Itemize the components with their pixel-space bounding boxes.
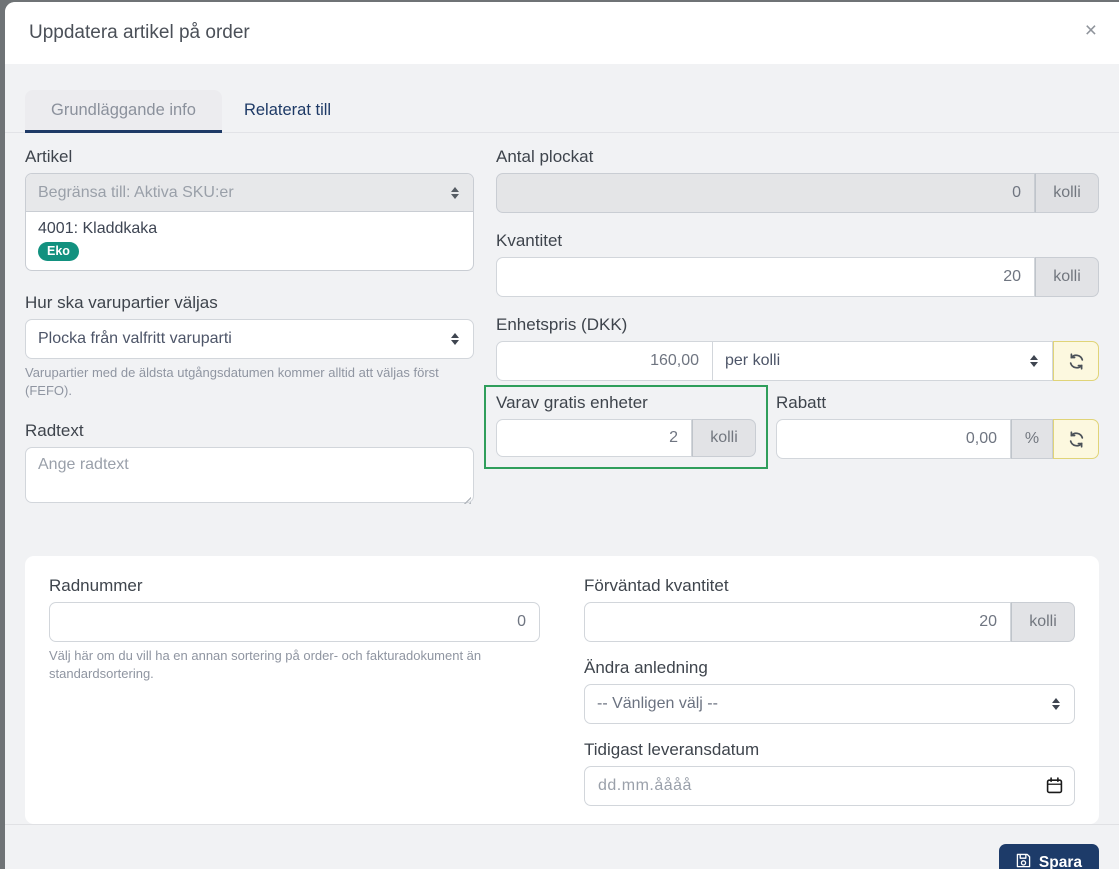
main-form: Artikel Begränsa till: Aktiva SKU:er 400… xyxy=(5,133,1119,530)
enhetspris-input[interactable] xyxy=(496,341,713,381)
tab-relaterat-till[interactable]: Relaterat till xyxy=(222,90,353,133)
card-left-column: Radnummer Välj här om du vill ha en anna… xyxy=(49,576,540,806)
enhetspris-per-unit-select[interactable]: per kolli xyxy=(713,341,1053,381)
artikel-selected-item[interactable]: 4001: Kladdkaka Eko xyxy=(26,212,473,270)
antal-plockat-unit: kolli xyxy=(1035,173,1099,213)
modal-footer: Spara xyxy=(5,824,1119,869)
rabatt-unit: % xyxy=(1011,419,1053,459)
artikel-label: Artikel xyxy=(25,147,73,166)
rabatt-label: Rabatt xyxy=(776,393,827,412)
radnummer-help-text: Välj här om du vill ha en annan sorterin… xyxy=(49,648,482,681)
enhetspris-label: Enhetspris (DKK) xyxy=(496,315,628,334)
varuparti-label: Hur ska varupartier väljas xyxy=(25,293,218,312)
varuparti-select-value: Plocka från valfritt varuparti xyxy=(38,330,232,347)
andra-anledning-group: Ändra anledning -- Vänligen välj -- xyxy=(584,658,1075,725)
enhetspris-per-unit-value: per kolli xyxy=(725,352,781,369)
radtext-textarea[interactable] xyxy=(25,447,474,504)
tab-grundlaggande-info[interactable]: Grundläggande info xyxy=(25,90,222,133)
artikel-group: Artikel Begränsa till: Aktiva SKU:er 400… xyxy=(25,147,474,271)
sorting-and-delivery-card: Radnummer Välj här om du vill ha en anna… xyxy=(25,556,1099,825)
enhetspris-group: Enhetspris (DKK) per kolli xyxy=(496,315,1099,381)
eko-badge: Eko xyxy=(38,242,79,261)
radnummer-label: Radnummer xyxy=(49,576,143,596)
save-button-label: Spara xyxy=(1038,854,1082,869)
close-button[interactable]: × xyxy=(1085,20,1097,41)
rabatt-group: Rabatt % xyxy=(776,385,1099,469)
artikel-filter-select[interactable]: Begränsa till: Aktiva SKU:er xyxy=(26,174,473,212)
varav-gratis-unit: kolli xyxy=(692,419,756,457)
kvantitet-unit: kolli xyxy=(1035,257,1099,297)
radnummer-input[interactable] xyxy=(49,602,540,643)
artikel-widget: Begränsa till: Aktiva SKU:er 4001: Kladd… xyxy=(25,173,474,271)
recalculate-discount-button[interactable] xyxy=(1053,419,1099,459)
leveransdatum-input[interactable] xyxy=(584,766,1075,807)
leveransdatum-label: Tidigast leveransdatum xyxy=(584,740,760,760)
leveransdatum-group: Tidigast leveransdatum xyxy=(584,740,1075,807)
sort-arrows-icon xyxy=(449,186,461,200)
forvantad-kvantitet-group: Förväntad kvantitet kolli xyxy=(584,576,1075,643)
varav-gratis-label: Varav gratis enheter xyxy=(496,393,648,412)
tab-bar: Grundläggande info Relaterat till xyxy=(5,64,1119,133)
modal-header: Uppdatera artikel på order × xyxy=(5,2,1119,64)
andra-anledning-value: -- Vänligen välj -- xyxy=(597,695,718,713)
modal-title: Uppdatera artikel på order xyxy=(29,22,250,43)
radnummer-group: Radnummer Välj här om du vill ha en anna… xyxy=(49,576,540,682)
varuparti-help-text: Varupartier med de äldsta utgångsdatumen… xyxy=(25,365,439,398)
varav-gratis-input[interactable] xyxy=(496,419,692,457)
varav-gratis-highlight-box: Varav gratis enheter kolli xyxy=(484,385,768,469)
update-order-line-modal: Uppdatera artikel på order × Grundläggan… xyxy=(5,2,1119,869)
radtext-label: Radtext xyxy=(25,421,84,441)
save-floppy-icon xyxy=(1016,853,1031,869)
kvantitet-label: Kvantitet xyxy=(496,231,563,250)
save-button[interactable]: Spara xyxy=(998,844,1099,869)
radtext-group: Radtext xyxy=(25,421,474,508)
forvantad-kvantitet-unit: kolli xyxy=(1011,602,1075,643)
kvantitet-group: Kvantitet kolli xyxy=(496,231,1099,297)
left-column: Artikel Begränsa till: Aktiva SKU:er 400… xyxy=(25,147,474,530)
calendar-icon[interactable] xyxy=(1046,777,1063,799)
forvantad-kvantitet-label: Förväntad kvantitet xyxy=(584,576,729,596)
antal-plockat-group: Antal plockat kolli xyxy=(496,147,1099,213)
sort-arrows-icon xyxy=(1050,697,1062,711)
rabatt-input[interactable] xyxy=(776,419,1011,459)
card-right-column: Förväntad kvantitet kolli Ändra anlednin… xyxy=(584,576,1075,807)
sort-arrows-icon xyxy=(449,332,461,346)
andra-anledning-select[interactable]: -- Vänligen välj -- xyxy=(584,684,1075,725)
varuparti-group: Hur ska varupartier väljas Plocka från v… xyxy=(25,293,474,399)
sort-arrows-icon xyxy=(1028,354,1040,368)
artikel-selected-name: 4001: Kladdkaka xyxy=(38,220,158,237)
refresh-icon xyxy=(1068,430,1085,448)
right-column: Antal plockat kolli Kvantitet kolli Enhe… xyxy=(484,147,1099,530)
close-icon: × xyxy=(1084,19,1097,42)
antal-plockat-label: Antal plockat xyxy=(496,147,594,166)
recalculate-price-button[interactable] xyxy=(1053,341,1099,381)
antal-plockat-input xyxy=(496,173,1035,213)
free-units-and-discount-row: Varav gratis enheter kolli Rabatt % xyxy=(484,385,1099,469)
varuparti-select[interactable]: Plocka från valfritt varuparti xyxy=(25,319,474,359)
forvantad-kvantitet-input[interactable] xyxy=(584,602,1011,643)
kvantitet-input[interactable] xyxy=(496,257,1035,297)
refresh-icon xyxy=(1068,352,1085,370)
artikel-filter-value: Begränsa till: Aktiva SKU:er xyxy=(38,183,234,201)
andra-anledning-label: Ändra anledning xyxy=(584,658,708,678)
